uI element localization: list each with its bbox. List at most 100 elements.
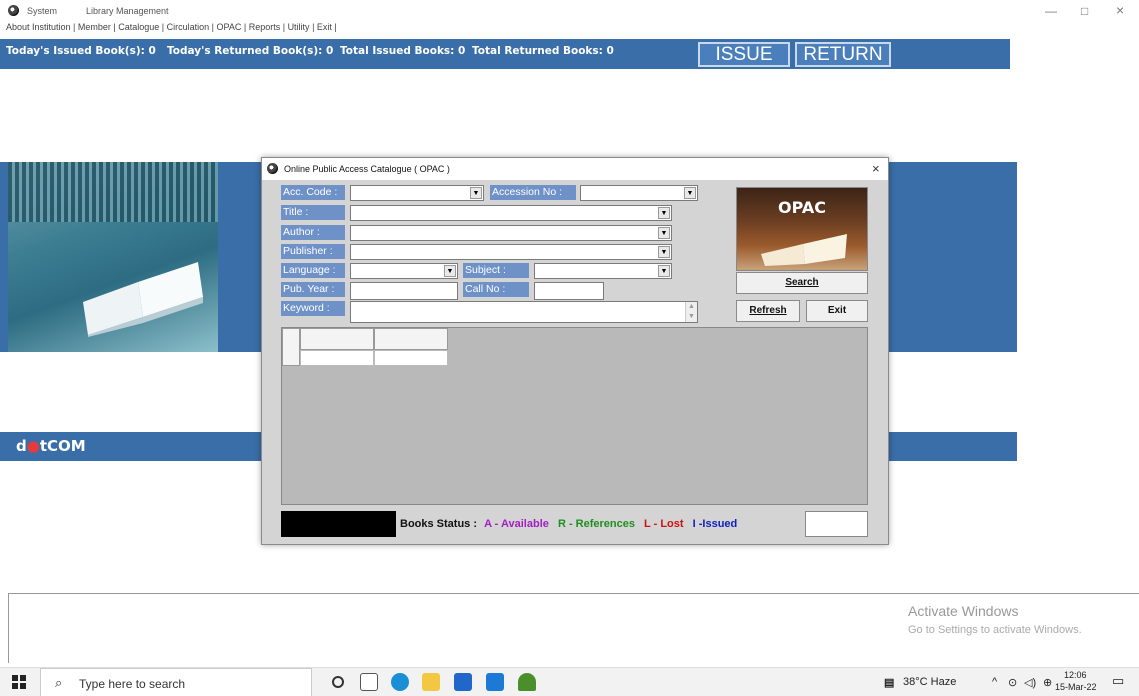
keyword-input[interactable]: ▲ ▼ bbox=[350, 301, 698, 323]
title-app-name: Library Management bbox=[86, 6, 169, 16]
status-indicator bbox=[281, 511, 396, 537]
return-button[interactable]: RETURN bbox=[795, 42, 891, 67]
publisher-label: Publisher : bbox=[281, 244, 345, 259]
chevron-down-icon[interactable]: ▼ bbox=[658, 265, 670, 277]
accession-no-select[interactable]: ▼ bbox=[580, 185, 698, 201]
open-book-icon bbox=[83, 262, 203, 337]
menu-item-exit[interactable]: Exit bbox=[317, 22, 332, 32]
chevron-down-icon[interactable]: ▼ bbox=[470, 187, 482, 199]
news-icon[interactable]: ▤ bbox=[884, 676, 894, 689]
menu-item-opac[interactable]: OPAC bbox=[217, 22, 242, 32]
status-issued: I -Issued bbox=[692, 518, 738, 530]
activate-windows-subtitle: Go to Settings to activate Windows. bbox=[908, 624, 1082, 636]
opac-dialog: Online Public Access Catalogue ( OPAC ) … bbox=[261, 157, 889, 545]
app-title-bar: System Library Management — □ × bbox=[0, 0, 1139, 20]
acc-code-label: Acc. Code : bbox=[281, 185, 345, 200]
library-app-icon[interactable] bbox=[518, 673, 536, 691]
call-no-input[interactable] bbox=[534, 282, 604, 300]
author-select[interactable]: ▼ bbox=[350, 225, 672, 241]
title-select[interactable]: ▼ bbox=[350, 205, 672, 221]
app-icon bbox=[8, 5, 19, 16]
results-grid[interactable] bbox=[281, 327, 868, 505]
grid-row-header[interactable] bbox=[282, 328, 300, 366]
record-count-box bbox=[805, 511, 868, 537]
status-references: R - References bbox=[557, 518, 635, 530]
subject-select[interactable]: ▼ bbox=[534, 263, 672, 279]
exit-button[interactable]: Exit bbox=[806, 300, 868, 322]
taskbar-search-box[interactable]: ⌕ Type here to search bbox=[40, 668, 312, 696]
menu-item-about[interactable]: About Institution bbox=[6, 22, 71, 32]
grid-cell[interactable] bbox=[374, 350, 448, 366]
status-lost: L - Lost bbox=[644, 518, 684, 530]
weather-text[interactable]: 38°C Haze bbox=[903, 676, 956, 688]
status-available: A - Available bbox=[484, 518, 549, 530]
dialog-title-bar: Online Public Access Catalogue ( OPAC ) … bbox=[262, 158, 888, 180]
publisher-select[interactable]: ▼ bbox=[350, 244, 672, 260]
author-label: Author : bbox=[281, 225, 345, 240]
keyword-label: Keyword : bbox=[281, 301, 345, 316]
grid-column-header[interactable] bbox=[374, 328, 448, 350]
spinner-icon[interactable]: ▲ ▼ bbox=[685, 302, 697, 322]
windows-start-icon[interactable] bbox=[12, 675, 26, 689]
file-explorer-icon[interactable] bbox=[422, 673, 440, 691]
menu-item-reports[interactable]: Reports bbox=[249, 22, 281, 32]
title-system: System bbox=[27, 6, 58, 16]
pub-year-label: Pub. Year : bbox=[281, 282, 345, 297]
open-book-icon bbox=[761, 234, 847, 266]
dotcom-logo: d●tCOM bbox=[16, 437, 86, 455]
edge-browser-icon[interactable] bbox=[391, 673, 409, 691]
refresh-button[interactable]: Refresh bbox=[736, 300, 800, 322]
dialog-title: Online Public Access Catalogue ( OPAC ) bbox=[284, 164, 450, 174]
grid-column-header[interactable] bbox=[300, 328, 374, 350]
taskbar-search-placeholder: Type here to search bbox=[79, 677, 186, 691]
total-issued-count: Total Issued Books: 0 bbox=[340, 45, 466, 57]
language-label: Language : bbox=[281, 263, 345, 278]
clock-date[interactable]: 15-Mar-22 bbox=[1055, 682, 1097, 692]
menu-bar: About Institution | Member | Catalogue |… bbox=[6, 22, 337, 32]
accession-no-label: Accession No : bbox=[490, 185, 576, 200]
notification-icon[interactable]: ▭ bbox=[1112, 673, 1124, 689]
task-view-icon[interactable] bbox=[360, 673, 378, 691]
acc-code-select[interactable]: ▼ bbox=[350, 185, 484, 201]
chevron-down-icon[interactable]: ▼ bbox=[658, 246, 670, 258]
store-icon[interactable] bbox=[454, 673, 472, 691]
chevron-down-icon[interactable]: ▼ bbox=[444, 265, 456, 277]
chevron-down-icon[interactable]: ▼ bbox=[658, 207, 670, 219]
title-label: Title : bbox=[281, 205, 345, 220]
search-button[interactable]: Search bbox=[736, 272, 868, 294]
maximize-icon[interactable]: □ bbox=[1081, 4, 1088, 18]
language-icon[interactable]: ⊕ bbox=[1043, 676, 1052, 689]
books-status-legend: Books Status : A - Available R - Referen… bbox=[400, 511, 799, 537]
grid-cell[interactable] bbox=[300, 350, 374, 366]
chevron-up-icon[interactable]: ^ bbox=[992, 676, 997, 688]
clock-time[interactable]: 12:06 bbox=[1064, 670, 1087, 680]
dialog-app-icon bbox=[267, 163, 278, 174]
chevron-down-icon[interactable]: ▼ bbox=[684, 187, 696, 199]
volume-icon[interactable]: ◁) bbox=[1024, 676, 1036, 689]
chevron-down-icon[interactable]: ▼ bbox=[658, 227, 670, 239]
language-select[interactable]: ▼ bbox=[350, 263, 458, 279]
call-no-label: Call No : bbox=[463, 282, 529, 297]
mail-icon[interactable] bbox=[486, 673, 504, 691]
menu-item-catalogue[interactable]: Catalogue bbox=[118, 22, 159, 32]
desktop: System Library Management — □ × About In… bbox=[0, 0, 1139, 696]
network-icon[interactable]: ⊙ bbox=[1008, 676, 1017, 689]
close-icon[interactable]: × bbox=[1116, 2, 1124, 18]
status-bar: Today's Issued Book(s): 0 Today's Return… bbox=[0, 39, 1010, 69]
issue-button[interactable]: ISSUE bbox=[698, 42, 790, 67]
total-returned-count: Total Returned Books: 0 bbox=[472, 45, 614, 57]
pub-year-input[interactable] bbox=[350, 282, 458, 300]
activate-windows-title: Activate Windows bbox=[908, 603, 1019, 619]
todays-issued-count: Today's Issued Book(s): 0 bbox=[6, 45, 156, 57]
cortana-icon[interactable] bbox=[332, 676, 344, 688]
todays-returned-count: Today's Returned Book(s): 0 bbox=[167, 45, 334, 57]
menu-item-member[interactable]: Member bbox=[78, 22, 111, 32]
menu-item-utility[interactable]: Utility bbox=[288, 22, 310, 32]
menu-item-circulation[interactable]: Circulation bbox=[167, 22, 210, 32]
dialog-close-icon[interactable]: × bbox=[872, 161, 880, 176]
subject-label: Subject : bbox=[463, 263, 529, 278]
taskbar: ⌕ Type here to search ▤ 38°C Haze ^ ⊙ ◁)… bbox=[0, 667, 1139, 696]
minimize-icon[interactable]: — bbox=[1045, 4, 1057, 18]
search-icon: ⌕ bbox=[55, 675, 63, 690]
opac-image: OPAC bbox=[736, 187, 868, 271]
